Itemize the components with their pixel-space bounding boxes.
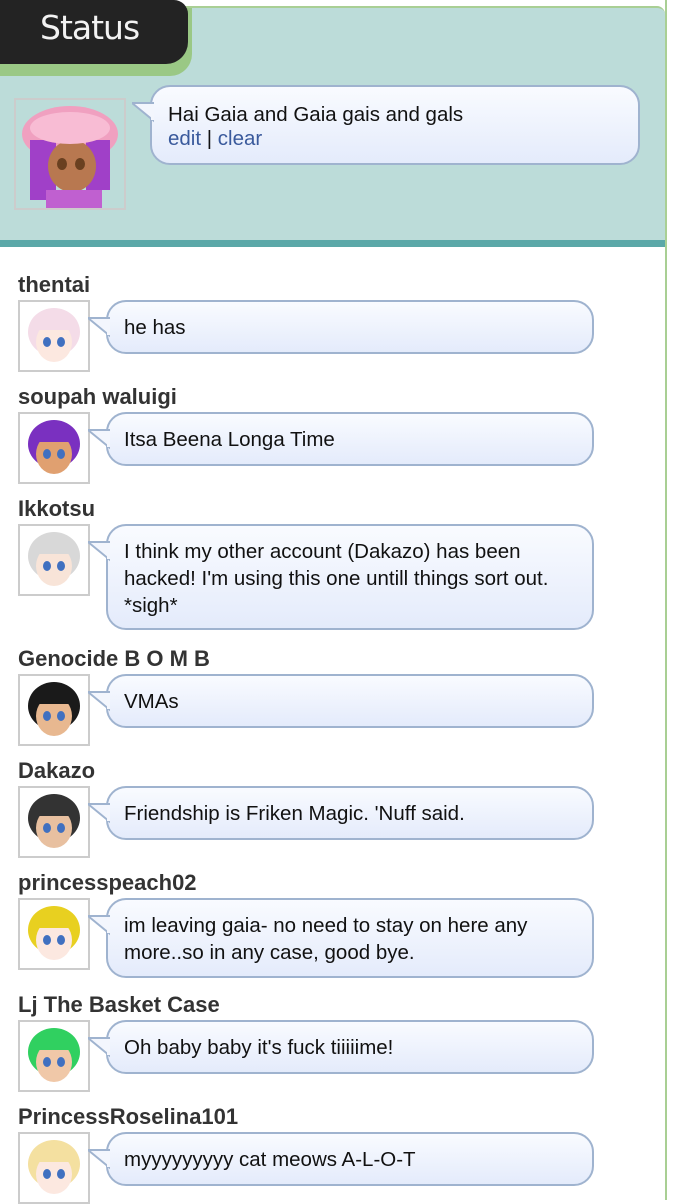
silver-hair-avatar[interactable] [18,524,90,596]
bubble-tail-icon [88,1037,110,1058]
username-link[interactable]: thentai [18,272,90,298]
status-tab-label: Status [40,8,140,47]
white-pink-hair-avatar[interactable] [18,300,90,372]
username-link[interactable]: soupah waluigi [18,384,177,410]
status-bubble: myyyyyyyyy cat meows A-L-O-T [88,1132,594,1186]
bubble-tail-icon [132,102,154,123]
status-bubble: VMAs [88,674,594,728]
blonde-curly-avatar[interactable] [18,898,90,970]
status-message: I think my other account (Dakazo) has be… [124,540,549,617]
status-message: he has [124,316,186,339]
username-link[interactable]: Dakazo [18,758,95,784]
divider [0,240,665,247]
my-status-bubble: Hai Gaia and Gaia gais and gals edit | c… [132,85,640,165]
status-bubble: Friendship is Friken Magic. 'Nuff said. [88,786,594,840]
my-status-text: Hai Gaia and Gaia gais and gals [168,103,464,126]
bubble-tail-icon [88,1149,110,1170]
status-bubble: Itsa Beena Longa Time [88,412,594,466]
username-link[interactable]: PrincessRoselina101 [18,1104,238,1130]
blonde-avatar[interactable] [18,1132,90,1204]
my-avatar[interactable] [14,98,126,210]
username-link[interactable]: Genocide B O M B [18,646,210,672]
bubble-tail-icon [88,803,110,824]
status-message: Itsa Beena Longa Time [124,428,335,451]
username-link[interactable]: princesspeach02 [18,870,197,896]
bubble-tail-icon [88,429,110,450]
edit-link[interactable]: edit [168,127,201,150]
bubble-tail-icon [88,691,110,712]
bubble-tail-icon [88,915,110,936]
status-message: myyyyyyyyy cat meows A-L-O-T [124,1148,416,1171]
status-tab[interactable]: Status [0,0,188,64]
username-link[interactable]: Ikkotsu [18,496,95,522]
clear-link[interactable]: clear [218,127,262,150]
ninja-avatar[interactable] [18,786,90,858]
status-message: VMAs [124,690,179,713]
separator: | [206,127,213,150]
status-bubble: I think my other account (Dakazo) has be… [88,524,594,630]
black-hair-avatar[interactable] [18,674,90,746]
status-bubble: im leaving gaia- no need to stay on here… [88,898,594,978]
green-hair-avatar[interactable] [18,1020,90,1092]
status-bubble: he has [88,300,594,354]
status-message: Friendship is Friken Magic. 'Nuff said. [124,802,465,825]
bubble-tail-icon [88,317,110,338]
status-actions: edit | clear [168,127,262,151]
status-bubble: Oh baby baby it's fuck tiiiiime! [88,1020,594,1074]
status-message: im leaving gaia- no need to stay on here… [124,914,528,964]
status-message: Oh baby baby it's fuck tiiiiime! [124,1036,394,1059]
username-link[interactable]: Lj The Basket Case [18,992,220,1018]
purple-cap-avatar[interactable] [18,412,90,484]
bubble-tail-icon [88,541,110,562]
